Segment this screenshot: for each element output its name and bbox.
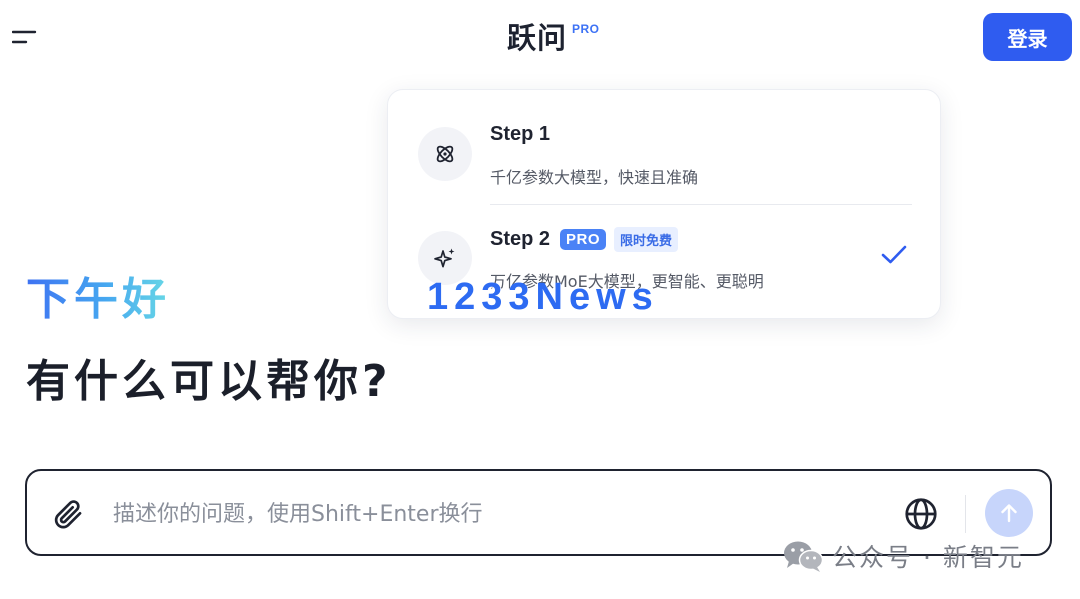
atom-icon [418, 127, 472, 181]
option-description: 千亿参数大模型，快速且准确 [490, 168, 699, 187]
news-watermark: 1233News [427, 276, 659, 318]
app-page: 跃问 PRO 登录 Step 1 千亿参数大模型，快速且准确 Step 2 PR… [0, 0, 1080, 599]
wechat-watermark: 公众号 · 新智元 [782, 538, 1024, 574]
model-option-step1[interactable]: Step 1 千亿参数大模型，快速且准确 [388, 118, 942, 208]
option-title: Step 2 PRO 限时免费 [490, 227, 679, 252]
check-icon [880, 244, 908, 266]
send-button[interactable] [985, 489, 1033, 537]
option-title-text: Step 2 [490, 228, 551, 250]
brand-logo[interactable]: 跃问 PRO [507, 18, 600, 58]
wechat-watermark-text: 公众号 · 新智元 [832, 543, 1024, 572]
option-title-text: Step 1 [490, 123, 551, 145]
composer-separator [965, 495, 966, 533]
promo-badge: 限时免费 [614, 227, 679, 252]
brand-name: 跃问 [507, 21, 568, 55]
paperclip-icon[interactable] [51, 497, 85, 531]
headline-text: 有什么可以帮你? [26, 356, 392, 407]
globe-icon[interactable] [903, 496, 939, 532]
chat-input[interactable] [111, 493, 875, 535]
login-button[interactable]: 登录 [983, 13, 1072, 61]
wechat-icon [784, 541, 824, 572]
pro-badge: PRO [560, 229, 607, 250]
brand-pro-badge: PRO [572, 22, 600, 36]
option-divider [490, 204, 912, 205]
menu-icon[interactable] [11, 28, 38, 48]
arrow-up-icon [1001, 504, 1017, 523]
greeting-text: 下午好 [26, 270, 170, 330]
option-title: Step 1 [490, 123, 550, 146]
